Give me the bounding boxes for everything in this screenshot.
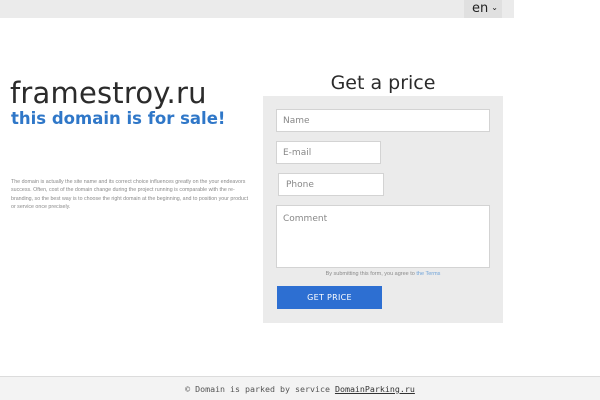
- phone-input[interactable]: Phone: [278, 173, 384, 196]
- terms-agreement: By submitting this form, you agree to th…: [276, 271, 490, 277]
- comment-textarea[interactable]: Comment: [276, 205, 490, 268]
- domain-description: The domain is actually the site name and…: [11, 179, 249, 211]
- email-input[interactable]: E-mail: [276, 141, 381, 164]
- for-sale-heading: this domain is for sale!: [11, 109, 226, 128]
- domainparking-link[interactable]: DomainParking.ru: [335, 384, 415, 394]
- name-placeholder: Name: [283, 115, 310, 126]
- comment-placeholder: Comment: [283, 214, 328, 224]
- phone-placeholder: Phone: [286, 179, 314, 190]
- email-placeholder: E-mail: [283, 147, 312, 158]
- top-bar: [0, 0, 514, 18]
- chevron-down-icon: ⌄: [491, 3, 498, 12]
- form-title: Get a price: [330, 72, 436, 94]
- language-label: en: [472, 1, 489, 16]
- name-input[interactable]: Name: [276, 109, 490, 132]
- get-price-button[interactable]: GET PRICE: [277, 286, 382, 309]
- terms-link[interactable]: the Terms: [416, 271, 440, 277]
- footer: © Domain is parked by service DomainPark…: [0, 376, 600, 400]
- language-selector[interactable]: en ⌄: [464, 0, 502, 18]
- agree-text: By submitting this form, you agree to: [325, 271, 415, 277]
- footer-text: © Domain is parked by service: [185, 384, 330, 394]
- domain-title: framestroy.ru: [10, 76, 207, 110]
